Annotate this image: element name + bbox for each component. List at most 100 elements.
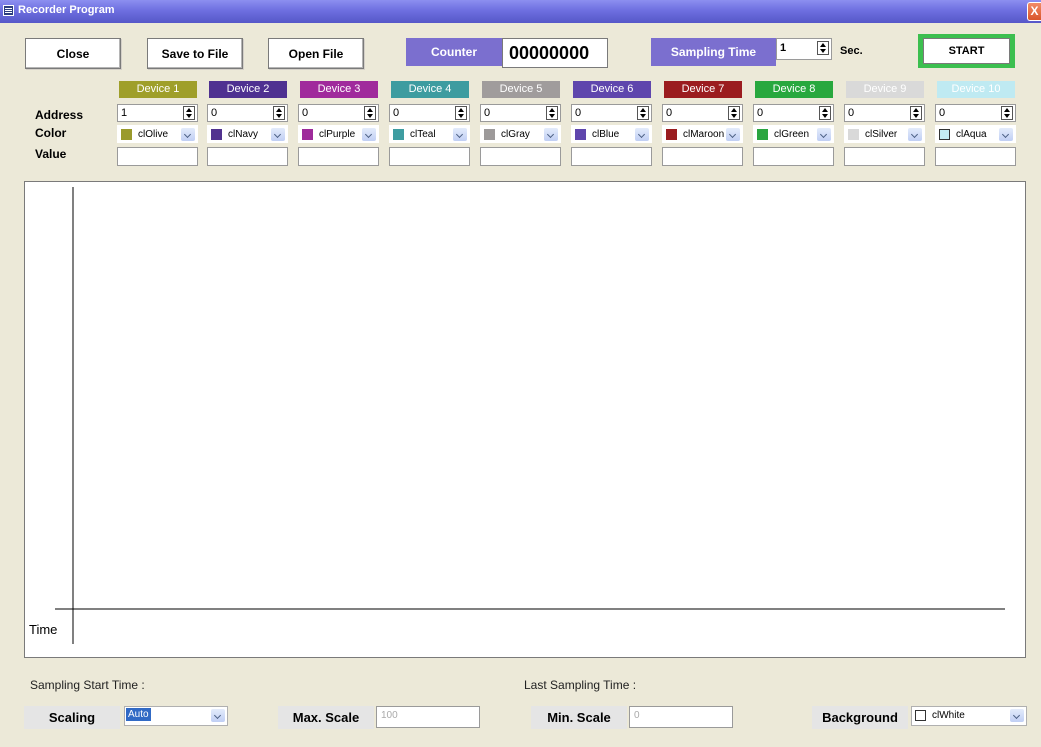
- device-color-select-10[interactable]: clAqua: [935, 125, 1016, 143]
- device-address-value: 0: [939, 107, 946, 119]
- spin-updown-icon[interactable]: [819, 106, 831, 120]
- max-scale-label: Max. Scale: [278, 706, 374, 729]
- device-value-field-3[interactable]: [298, 147, 379, 166]
- scaling-value: Auto: [126, 708, 151, 721]
- device-value-field-5[interactable]: [480, 147, 561, 166]
- chevron-down-icon[interactable]: [999, 128, 1013, 141]
- max-scale-input[interactable]: 100: [376, 706, 480, 728]
- spin-updown-icon[interactable]: [183, 106, 195, 120]
- sampling-start-time-label: Sampling Start Time :: [30, 678, 145, 692]
- min-scale-input[interactable]: 0: [629, 706, 733, 728]
- device-color-name: clGreen: [774, 129, 810, 140]
- device-address-input-9[interactable]: 0: [844, 104, 925, 122]
- chevron-down-icon[interactable]: [544, 128, 558, 141]
- device-header-10: Device 10: [937, 81, 1015, 98]
- spin-updown-icon[interactable]: [817, 41, 829, 55]
- device-value-field-4[interactable]: [389, 147, 470, 166]
- spin-updown-icon[interactable]: [273, 106, 285, 120]
- device-color-select-7[interactable]: clMaroon: [662, 125, 743, 143]
- device-header-3: Device 3: [300, 81, 378, 98]
- start-button-label: START: [923, 38, 1010, 64]
- color-swatch: [121, 129, 132, 140]
- device-color-select-1[interactable]: clOlive: [117, 125, 198, 143]
- device-color-name: clPurple: [319, 129, 356, 140]
- background-select[interactable]: clWhite: [911, 706, 1027, 726]
- chevron-down-icon[interactable]: [908, 128, 922, 141]
- device-color-select-8[interactable]: clGreen: [753, 125, 834, 143]
- device-address-input-2[interactable]: 0: [207, 104, 288, 122]
- device-address-value: 0: [484, 107, 491, 119]
- chevron-down-icon[interactable]: [453, 128, 467, 141]
- chevron-down-icon[interactable]: [635, 128, 649, 141]
- device-color-name: clGray: [501, 129, 530, 140]
- device-address-value: 0: [757, 107, 764, 119]
- color-swatch: [393, 129, 404, 140]
- open-file-button[interactable]: Open File: [268, 38, 364, 69]
- device-color-select-3[interactable]: clPurple: [298, 125, 379, 143]
- color-swatch: [848, 129, 859, 140]
- spin-updown-icon[interactable]: [910, 106, 922, 120]
- color-swatch: [757, 129, 768, 140]
- device-address-input-7[interactable]: 0: [662, 104, 743, 122]
- background-color-swatch: [915, 710, 926, 721]
- device-address-value: 0: [393, 107, 400, 119]
- background-label: Background: [812, 706, 908, 729]
- device-color-select-4[interactable]: clTeal: [389, 125, 470, 143]
- window-close-icon[interactable]: X: [1027, 2, 1041, 21]
- device-color-select-5[interactable]: clGray: [480, 125, 561, 143]
- device-header-9: Device 9: [846, 81, 924, 98]
- scaling-select[interactable]: Auto: [124, 706, 228, 726]
- device-address-value: 0: [575, 107, 582, 119]
- app-icon: [3, 5, 14, 16]
- device-value-field-9[interactable]: [844, 147, 925, 166]
- device-color-select-6[interactable]: clBlue: [571, 125, 652, 143]
- chart-axes: [55, 187, 1005, 644]
- chevron-down-icon[interactable]: [271, 128, 285, 141]
- save-to-file-button[interactable]: Save to File: [147, 38, 243, 69]
- spin-updown-icon[interactable]: [1001, 106, 1013, 120]
- x-axis-label: Time: [29, 622, 58, 637]
- spin-updown-icon[interactable]: [364, 106, 376, 120]
- background-value: clWhite: [932, 710, 965, 721]
- device-address-input-3[interactable]: 0: [298, 104, 379, 122]
- chevron-down-icon[interactable]: [362, 128, 376, 141]
- chevron-down-icon[interactable]: [817, 128, 831, 141]
- chevron-down-icon[interactable]: [1010, 709, 1024, 722]
- device-address-value: 0: [302, 107, 309, 119]
- device-color-name: clSilver: [865, 129, 898, 140]
- device-color-select-2[interactable]: clNavy: [207, 125, 288, 143]
- device-value-field-7[interactable]: [662, 147, 743, 166]
- device-value-field-8[interactable]: [753, 147, 834, 166]
- device-value-field-10[interactable]: [935, 147, 1016, 166]
- sampling-unit: Sec.: [840, 45, 863, 57]
- chevron-down-icon[interactable]: [181, 128, 195, 141]
- device-address-value: 0: [848, 107, 855, 119]
- device-color-name: clNavy: [228, 129, 259, 140]
- device-header-6: Device 6: [573, 81, 651, 98]
- device-address-input-8[interactable]: 0: [753, 104, 834, 122]
- spin-updown-icon[interactable]: [546, 106, 558, 120]
- device-address-input-1[interactable]: 1: [117, 104, 198, 122]
- spin-updown-icon[interactable]: [637, 106, 649, 120]
- device-address-input-5[interactable]: 0: [480, 104, 561, 122]
- min-scale-label: Min. Scale: [531, 706, 627, 729]
- device-value-field-1[interactable]: [117, 147, 198, 166]
- device-address-input-6[interactable]: 0: [571, 104, 652, 122]
- spin-updown-icon[interactable]: [455, 106, 467, 120]
- device-value-field-6[interactable]: [571, 147, 652, 166]
- spin-updown-icon[interactable]: [728, 106, 740, 120]
- start-button[interactable]: START: [918, 34, 1015, 68]
- sampling-time-input[interactable]: 1: [776, 38, 832, 60]
- chevron-down-icon[interactable]: [211, 709, 225, 722]
- chevron-down-icon[interactable]: [726, 128, 740, 141]
- close-button[interactable]: Close: [25, 38, 121, 69]
- device-address-value: 1: [121, 107, 128, 119]
- device-header-8: Device 8: [755, 81, 833, 98]
- device-color-select-9[interactable]: clSilver: [844, 125, 925, 143]
- value-row-label: Value: [35, 147, 67, 161]
- device-header-4: Device 4: [391, 81, 469, 98]
- device-value-field-2[interactable]: [207, 147, 288, 166]
- counter-label: Counter: [406, 38, 502, 66]
- device-address-input-10[interactable]: 0: [935, 104, 1016, 122]
- device-address-input-4[interactable]: 0: [389, 104, 470, 122]
